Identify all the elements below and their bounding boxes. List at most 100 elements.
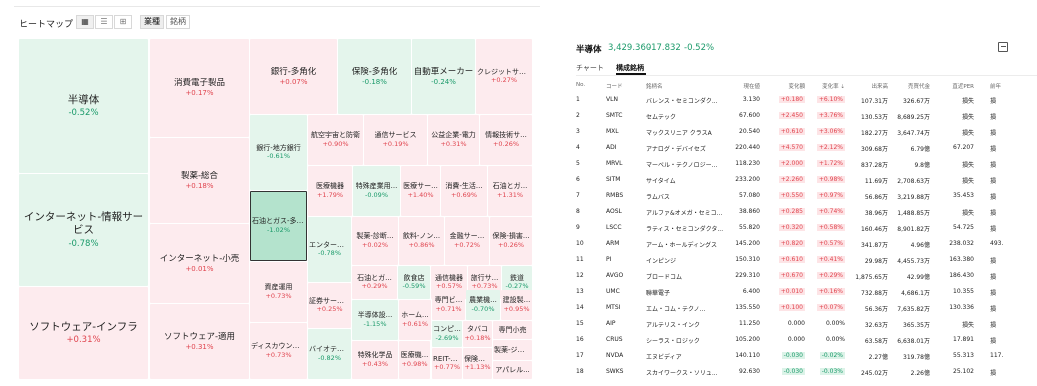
heatmap-cell[interactable]: 医療サー... +1.40% (401, 166, 440, 216)
heatmap-cell[interactable]: 医療機器 +1.79% (308, 166, 352, 216)
heatmap-cell[interactable]: 公益企業-電力 +0.31% (428, 115, 479, 165)
heatmap-cell-change: +1.31% (496, 190, 524, 199)
column-header[interactable]: 変化率 ⇣ (805, 82, 845, 90)
heatmap-cell[interactable]: エンターテ... -0.78% (308, 217, 351, 282)
heatmap-cell[interactable]: REIT-特...+0.77% (432, 348, 462, 379)
table-cell-pct: +0.41% (816, 256, 845, 263)
table-cell-chg: +2.000 (778, 160, 805, 167)
heatmap-cell[interactable]: 製薬-総合 +0.18% (150, 138, 249, 223)
heatmap-cell[interactable]: 通信サービス +0.19% (364, 115, 427, 165)
heatmap-cell[interactable]: コンピ... -2.69% (432, 321, 462, 347)
heatmap-cell[interactable]: バイオテク... -0.82% (308, 329, 351, 379)
table-row[interactable]: 17 NVDA エヌビディア 140.110 -0.030 -0.02% 2.27億 319.… (560, 348, 1037, 364)
heatmap-cell[interactable]: 自動車メーカー -0.24% (412, 39, 475, 114)
table-cell-pct: +0.58% (816, 224, 845, 231)
heatmap-cell[interactable]: 特殊化学品 +0.43% (352, 341, 398, 379)
table-row[interactable]: 12 AVGO ブロードコム 229.310 +0.670 +0.29% 1,875.65万… (560, 268, 1037, 284)
heatmap-cell[interactable]: 建設製... +0.95% (501, 290, 532, 320)
column-header[interactable]: No. (576, 82, 590, 88)
column-header[interactable]: 直近PER (932, 82, 974, 90)
table-cell-pct: 0.00% (825, 320, 845, 327)
heatmap-cell[interactable]: 情報技術サ... +0.26% (480, 115, 532, 165)
heatmap-cell[interactable]: 保険仲... +1.13% (463, 348, 492, 379)
column-header[interactable]: 出来高 (848, 82, 888, 90)
heatmap-cell[interactable]: 半導体設... -1.15% (352, 300, 398, 340)
table-row[interactable]: 18 SWKS スカイワークス・ソリュ... 92.630 -0.030 -0.03% 24… (560, 364, 1037, 380)
heatmap-cell[interactable]: 製薬-診断... +0.02% (352, 217, 398, 265)
table-row[interactable]: 15 AIP アルテリス・インク 11.250 0.000 0.00% 32.63万 365.… (560, 316, 1037, 332)
heatmap-cell[interactable]: 石油とガ... +0.29% (352, 266, 397, 299)
table-cell-per: 25.102 (953, 368, 974, 375)
heatmap-cell[interactable]: 資産運用 +0.73% (250, 262, 307, 322)
heatmap-cell[interactable]: 飲料-ノン... +0.86% (399, 217, 444, 265)
column-header[interactable]: 現在値 (720, 82, 760, 90)
table-row[interactable]: 1 VLN バレンス・セミコンダク... 3.130 +0.180 +6.10% 107.3… (560, 92, 1037, 108)
heatmap-cell[interactable]: 半導体 -0.52% (19, 39, 148, 173)
table-row[interactable]: 13 UMC 聯華電子 6.400 +0.010 +0.16% 732.88万 4,686.1… (560, 284, 1037, 300)
heatmap-cell[interactable]: 消費電子製品 +0.17% (150, 39, 249, 137)
table-cell-vol: 63.58万 (864, 338, 888, 345)
table-cell-per: 損失 (961, 210, 974, 217)
heatmap-cell[interactable]: 保険-多角化 -0.18% (338, 39, 411, 114)
heatmap-cell[interactable]: 石油とガス-多角化 -1.02% (250, 191, 307, 261)
table-cell-turnover: 4,455.73万 (897, 258, 930, 265)
table-row[interactable]: 7 RMBS ラムバス 57.080 +0.550 +0.97% 56.86万 3,219.8… (560, 188, 1037, 204)
table-row[interactable]: 6 SITM サイタイム 233.200 +2.260 +0.98% 11.69万 2,708… (560, 172, 1037, 188)
table-cell-cut: 損 (990, 258, 997, 265)
column-header[interactable]: コード (606, 82, 646, 90)
heatmap-cell[interactable]: 証券サービ... +0.25% (308, 283, 351, 328)
heatmap-cell[interactable]: 飲食店 -0.59% (398, 266, 430, 299)
table-cell-turnover: 2,708.63万 (897, 178, 930, 185)
heatmap-cell[interactable]: インターネット-情報サービス -0.78% (19, 174, 148, 286)
table-cell-cut: 損 (990, 130, 997, 137)
heatmap-cell[interactable]: 金融サー... +0.72% (445, 217, 489, 265)
heatmap-cell[interactable]: 農業機... -0.70% (466, 290, 500, 320)
heatmap-cell[interactable]: 製薬-ジェ... (493, 340, 532, 360)
heatmap-cell[interactable]: 銀行-地方銀行 -0.61% (250, 115, 307, 190)
heatmap-cell[interactable]: 石油とガ... +1.31% (488, 166, 532, 216)
table-cell-per: 130.336 (949, 304, 974, 311)
tab-constituents[interactable]: 構成銘柄 (616, 63, 644, 73)
heatmap-cell-name: 銀行-多角化 (270, 66, 317, 77)
heatmap-cell-change: +0.02% (361, 240, 389, 249)
heatmap-cell-change: +0.69% (450, 190, 478, 199)
table-row[interactable]: 3 MXL マックスリニア クラスA 20.540 +0.610 +3.06% 182.27… (560, 124, 1037, 140)
heatmap-cell-name: 農業機... (469, 296, 497, 305)
table-row[interactable]: 2 SMTC セムテック 67.600 +2.450 +3.76% 130.53万 8,689… (560, 108, 1037, 124)
heatmap-cell[interactable]: 航空宇宙と防衛 +0.90% (308, 115, 363, 165)
tab-chart[interactable]: チャート (576, 63, 604, 73)
heatmap-cell[interactable]: 特殊産業用... -0.09% (353, 166, 400, 216)
table-cell-turnover: 6.79億 (910, 146, 930, 153)
column-header[interactable]: 変化額 (765, 82, 805, 90)
exit-icon[interactable] (998, 42, 1008, 52)
column-header[interactable]: 売買代金 (890, 82, 930, 90)
heatmap-cell[interactable]: クレジットサービス+0.27% (476, 39, 532, 114)
heatmap-cell[interactable]: ソフトウェア-適用 +0.31% (150, 304, 249, 379)
table-row[interactable]: 10 ARM アーム・ホールディングス 145.200 +0.820 +0.57% 341.… (560, 236, 1037, 252)
table-row[interactable]: 16 CRUS シーラス・ロジック 105.200 0.000 0.00% 63.58万 6,… (560, 332, 1037, 348)
heatmap-cell-name: 飲料-ノン... (402, 232, 441, 241)
heatmap-cell[interactable]: 消費-生活... +0.69% (441, 166, 487, 216)
table-row[interactable]: 9 LSCC ラティス・セミコンダクタ... 55.820 +0.320 +0.58% 16… (560, 220, 1037, 236)
heatmap-cell[interactable]: タバコ +0.18% (463, 321, 492, 347)
table-row[interactable]: 4 ADI アナログ・デバイセズ 220.440 +4.570 +2.12% 309.68万… (560, 140, 1037, 156)
heatmap-cell[interactable]: ホーム... +0.61% (399, 300, 431, 340)
heatmap-cell[interactable]: アパレル... (493, 361, 532, 379)
table-row[interactable]: 14 MTSI エム・コム・テクノ... 135.550 +0.100 +0.07% 56.… (560, 300, 1037, 316)
heatmap-cell[interactable]: インターネット-小売 +0.01% (150, 224, 249, 303)
column-header[interactable]: 前年 (990, 82, 1010, 90)
table-row[interactable]: 11 PI インピンジ 150.310 +0.610 +0.41% 29.98万 4,455.… (560, 252, 1037, 268)
heatmap-cell[interactable]: 専門ビ... +0.71% (432, 290, 465, 320)
heatmap-cell[interactable]: ソフトウェア-インフラ +0.31% (19, 287, 148, 379)
heatmap-cell[interactable]: 専門小売 (493, 321, 532, 339)
heatmap-treemap: 半導体 -0.52% インターネット-情報サービス -0.78% ソフトウェア-インフラ… (0, 0, 545, 386)
table-cell-chg: 0.000 (787, 320, 805, 327)
heatmap-cell-change: +0.43% (361, 359, 389, 368)
heatmap-cell[interactable]: 保険-損害... +0.26% (490, 217, 532, 265)
table-cell-pct: +0.74% (816, 208, 845, 215)
heatmap-cell[interactable]: ディスカウントストア+0.73% (250, 323, 307, 379)
heatmap-cell[interactable]: 医療機... +0.98% (399, 341, 430, 379)
table-row[interactable]: 5 MRVL マーベル・テクノロジー... 118.230 +2.000 +1.72% 83… (560, 156, 1037, 172)
heatmap-cell[interactable]: 銀行-多角化 +0.07% (250, 39, 337, 114)
table-row[interactable]: 8 AOSL アルファ&オメガ・セミコ... 38.860 +0.285 +0.74% 38… (560, 204, 1037, 220)
